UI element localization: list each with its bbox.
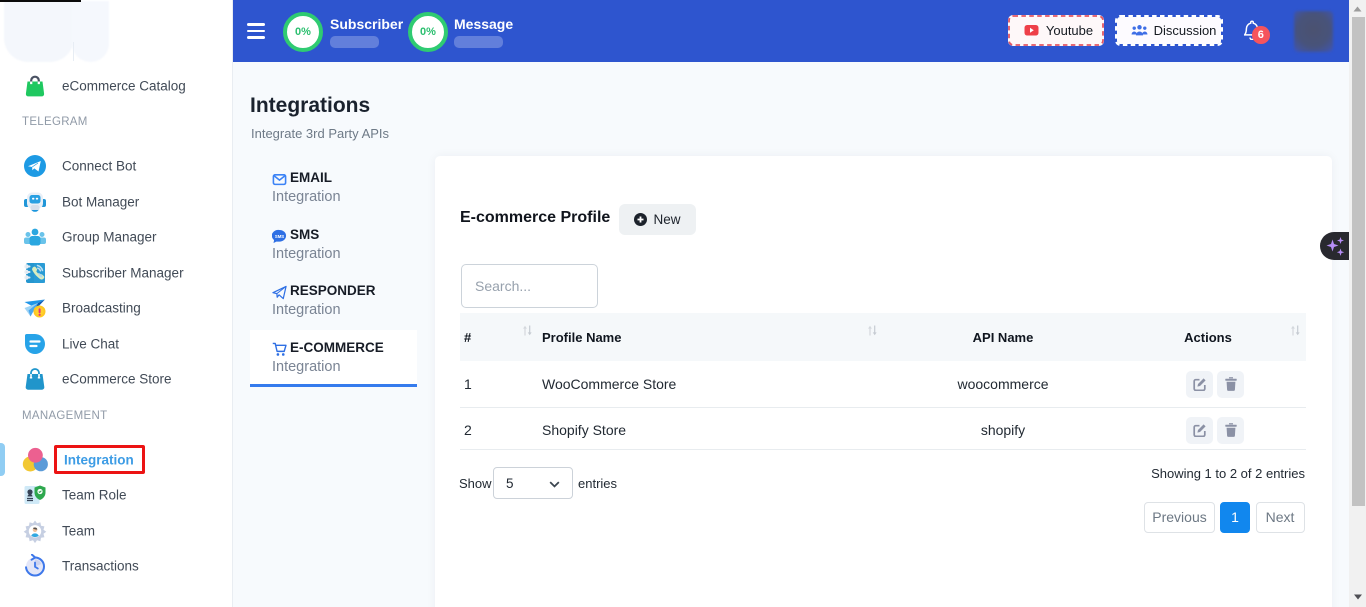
svg-text:SMS: SMS [275, 233, 284, 238]
